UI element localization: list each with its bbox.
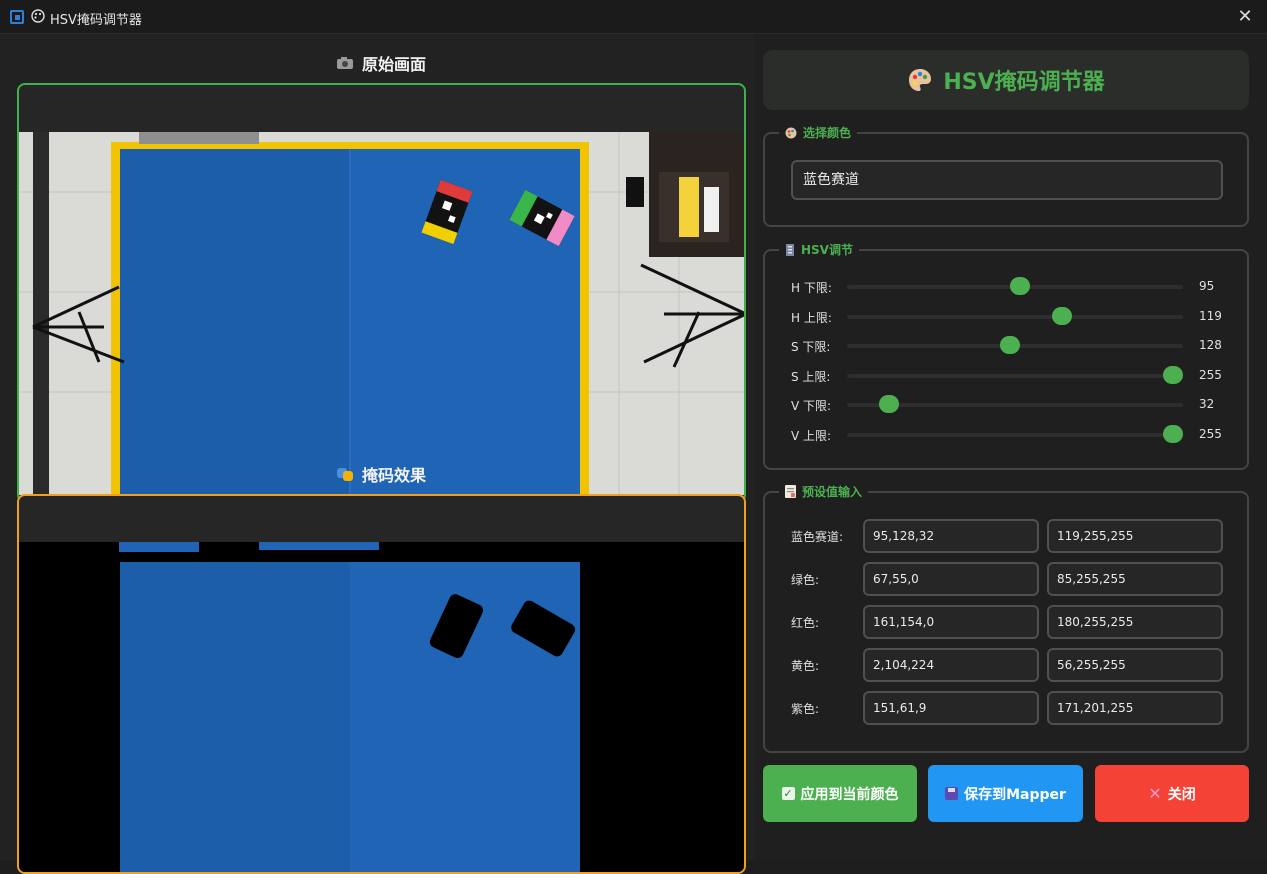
slider-value: 128 xyxy=(1199,338,1222,352)
preset-lower-input[interactable]: 161,154,0 xyxy=(863,605,1039,639)
slider-v-lower: V 下限: 32 xyxy=(791,393,1221,417)
slider-handle[interactable] xyxy=(879,395,900,413)
close-window-button[interactable]: ✕ xyxy=(1233,5,1257,29)
memo-icon xyxy=(785,485,796,498)
preset-upper-input[interactable]: 171,201,255 xyxy=(1047,691,1223,725)
slider-h-upper: H 上限: 119 xyxy=(791,305,1222,329)
preset-label: 紫色: xyxy=(791,702,820,716)
slider-track[interactable] xyxy=(847,366,1183,384)
slider-value: 255 xyxy=(1199,427,1222,441)
preset-row-blue-track: 蓝色赛道: 95,128,32 119,255,255 xyxy=(791,519,1227,553)
preset-label: 蓝色赛道: xyxy=(791,530,844,544)
preset-row-yellow: 黄色: 2,104,224 56,255,255 xyxy=(791,648,1227,682)
palette-icon xyxy=(909,69,932,91)
slider-value: 119 xyxy=(1199,309,1222,323)
preset-label: 黄色: xyxy=(791,659,820,673)
slider-h-lower: H 下限: 95 xyxy=(791,275,1221,299)
save-button[interactable]: 保存到Mapper xyxy=(928,765,1083,822)
preset-upper-input[interactable]: 85,255,255 xyxy=(1047,562,1223,596)
original-image xyxy=(19,132,744,495)
slider-label: V 下限: xyxy=(791,399,832,413)
slider-label: V 上限: xyxy=(791,429,832,443)
hsv-adjust-group: HSV调节 H 下限: 95 H 上限: 119 S 下限: 128 S 上限:… xyxy=(763,241,1249,470)
slider-v-upper: V 上限: 255 xyxy=(791,423,1222,447)
close-button[interactable]: ✕ 关闭 xyxy=(1095,765,1249,822)
slider-handle[interactable] xyxy=(1009,277,1030,295)
mask-title: 掩码效果 xyxy=(336,462,426,486)
slider-track[interactable] xyxy=(847,336,1183,354)
mask-view xyxy=(17,494,746,874)
preset-row-green: 绿色: 67,55,0 85,255,255 xyxy=(791,562,1227,596)
window-title: HSV掩码调节器 xyxy=(50,13,142,28)
mask-icon xyxy=(337,468,353,481)
save-button-label: 保存到Mapper xyxy=(964,786,1066,803)
slider-value: 32 xyxy=(1199,397,1215,411)
preset-row-red: 红色: 161,154,0 180,255,255 xyxy=(791,605,1227,639)
palette-icon xyxy=(31,9,45,23)
preset-upper-input[interactable]: 119,255,255 xyxy=(1047,519,1223,553)
slider-handle[interactable] xyxy=(1163,366,1183,384)
slider-track[interactable] xyxy=(847,395,1183,413)
color-group-label-text: 选择颜色 xyxy=(803,126,852,140)
original-view xyxy=(17,83,746,503)
slider-handle[interactable] xyxy=(1163,425,1183,443)
palette-icon xyxy=(785,127,797,138)
mask-image xyxy=(19,542,744,872)
preset-label: 红色: xyxy=(791,616,820,630)
slider-label: S 下限: xyxy=(791,340,831,354)
camera-icon xyxy=(337,57,353,69)
close-button-label: 关闭 xyxy=(1167,786,1196,803)
preset-upper-input[interactable]: 180,255,255 xyxy=(1047,605,1223,639)
app-icon xyxy=(10,10,24,24)
color-combobox[interactable]: 蓝色赛道 xyxy=(791,160,1223,200)
hsv-group-label-text: HSV调节 xyxy=(801,243,853,257)
preset-lower-input[interactable]: 2,104,224 xyxy=(863,648,1039,682)
preset-label: 绿色: xyxy=(791,573,820,587)
color-group-label: 选择颜色 xyxy=(779,124,858,141)
header-card: HSV掩码调节器 xyxy=(763,50,1249,110)
slider-track[interactable] xyxy=(847,425,1183,443)
slider-handle[interactable] xyxy=(1000,336,1020,354)
slider-label: H 上限: xyxy=(791,311,832,325)
hsv-group-label: HSV调节 xyxy=(779,241,859,258)
preset-input-group: 预设值输入 蓝色赛道: 95,128,32 119,255,255 绿色: 67… xyxy=(763,483,1249,753)
slider-value: 255 xyxy=(1199,368,1222,382)
apply-button[interactable]: ✓ 应用到当前颜色 xyxy=(763,765,917,822)
slider-s-upper: S 上限: 255 xyxy=(791,364,1222,388)
preset-group-label-text: 预设值输入 xyxy=(802,485,863,499)
floppy-disk-icon xyxy=(945,787,959,800)
slider-track[interactable] xyxy=(847,307,1183,325)
ruler-icon xyxy=(786,243,794,256)
preset-lower-input[interactable]: 151,61,9 xyxy=(863,691,1039,725)
apply-button-label: 应用到当前颜色 xyxy=(800,786,899,803)
mask-title-text: 掩码效果 xyxy=(362,466,427,485)
slider-value: 95 xyxy=(1199,279,1215,293)
preview-panel: 原始画面 掩码效果 xyxy=(0,34,755,874)
slider-label: S 上限: xyxy=(791,370,831,384)
slider-handle[interactable] xyxy=(1052,307,1073,325)
preset-lower-input[interactable]: 67,55,0 xyxy=(863,562,1039,596)
close-icon: ✕ xyxy=(1237,6,1253,27)
check-icon: ✓ xyxy=(781,787,795,800)
original-title: 原始画面 xyxy=(336,51,426,75)
original-title-text: 原始画面 xyxy=(362,55,427,74)
header-title: HSV掩码调节器 xyxy=(943,70,1105,95)
title-bar: HSV掩码调节器 ✕ xyxy=(0,0,1267,34)
preset-upper-input[interactable]: 56,255,255 xyxy=(1047,648,1223,682)
slider-s-lower: S 下限: 128 xyxy=(791,334,1222,358)
preset-lower-input[interactable]: 95,128,32 xyxy=(863,519,1039,553)
slider-track[interactable] xyxy=(847,277,1183,295)
preset-row-purple: 紫色: 151,61,9 171,201,255 xyxy=(791,691,1227,725)
control-panel: HSV掩码调节器 选择颜色 蓝色赛道 HSV调节 H 下限: 95 H 上限: … xyxy=(755,34,1267,860)
slider-label: H 下限: xyxy=(791,281,832,295)
close-icon: ✕ xyxy=(1148,784,1162,803)
color-select-group: 选择颜色 蓝色赛道 xyxy=(763,124,1249,227)
preset-group-label: 预设值输入 xyxy=(779,483,869,500)
